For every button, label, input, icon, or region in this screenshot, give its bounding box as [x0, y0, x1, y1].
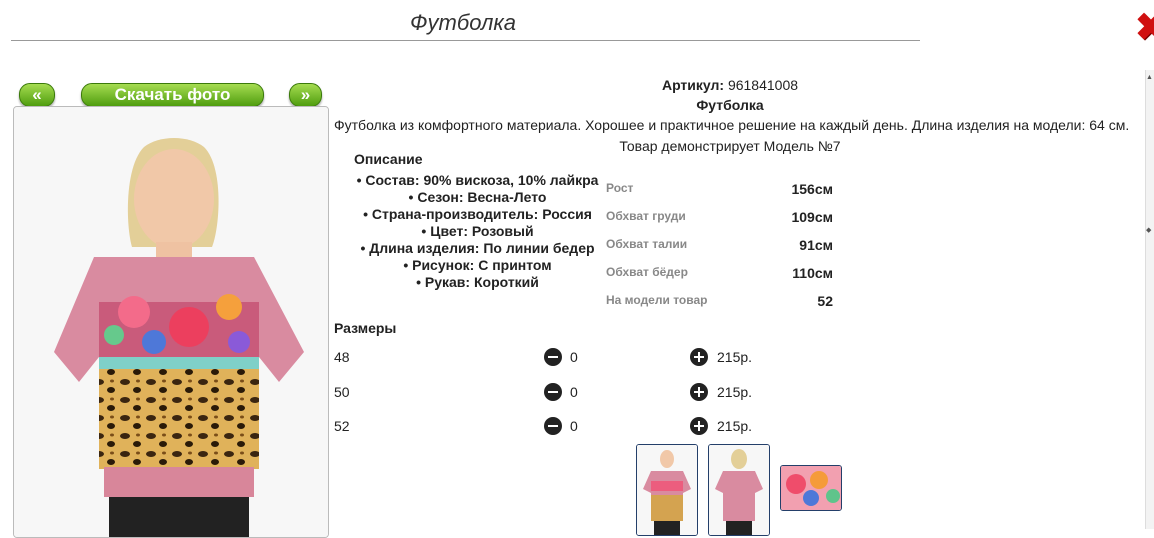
sizes-heading: Размеры	[334, 320, 397, 336]
details-item: Рисунок: С принтом	[340, 257, 615, 274]
param-label: На модели товар	[606, 293, 708, 307]
param-value: 91см	[799, 237, 833, 253]
prev-photo-button[interactable]: «	[19, 83, 55, 107]
details-item: Цвет: Розовый	[340, 223, 615, 240]
size-label: 48	[334, 349, 350, 365]
details-item: Сезон: Весна-Лето	[340, 189, 615, 206]
size-label: 52	[334, 418, 350, 434]
size-price: 215р.	[717, 349, 753, 365]
model-params-table: Рост 156см Обхват груди 109см Обхват тал…	[606, 178, 836, 318]
next-photo-button[interactable]: »	[289, 83, 322, 107]
size-price: 215р.	[717, 384, 753, 400]
minus-circle-icon[interactable]	[544, 417, 562, 435]
close-icon: ✖	[1135, 12, 1154, 46]
details-item: Страна-производитель: Россия	[340, 206, 615, 223]
minus-circle-icon[interactable]	[544, 383, 562, 401]
product-name: Футболка	[696, 97, 764, 113]
model-note: Товар демонстрирует Модель №7	[619, 138, 841, 154]
param-value: 52	[817, 293, 833, 309]
article-line: Артикул: 961841008	[560, 77, 900, 93]
plus-circle-icon[interactable]	[690, 383, 708, 401]
plus-circle-icon[interactable]	[690, 348, 708, 366]
param-label: Обхват бёдер	[606, 265, 688, 279]
article-label: Артикул:	[661, 77, 725, 93]
scrollbar[interactable]	[1145, 70, 1154, 529]
close-button[interactable]: ✖	[1133, 12, 1154, 46]
details-item: Состав: 90% вискоза, 10% лайкра	[340, 172, 615, 189]
size-quantity: 0	[570, 384, 578, 400]
plus-circle-icon[interactable]	[690, 417, 708, 435]
param-label: Обхват талии	[606, 237, 688, 251]
param-row: Обхват талии 91см	[606, 234, 836, 262]
param-row: Рост 156см	[606, 178, 836, 206]
title-divider	[11, 40, 920, 41]
scroll-up-arrow-icon[interactable]: ▲	[1146, 74, 1153, 81]
param-label: Обхват груди	[606, 209, 686, 223]
param-value: 109см	[791, 209, 833, 225]
minus-circle-icon[interactable]	[544, 348, 562, 366]
details-item: Рукав: Короткий	[340, 274, 615, 291]
thumbnail-print-detail[interactable]	[780, 465, 842, 511]
details-item: Длина изделия: По линии бедер	[340, 240, 615, 257]
thumbnail-back[interactable]	[708, 444, 770, 536]
size-row: 52 0 215р.	[334, 417, 764, 437]
param-label: Рост	[606, 181, 634, 195]
page-title: Футболка	[410, 10, 516, 35]
size-quantity: 0	[570, 349, 578, 365]
main-product-photo	[13, 106, 329, 538]
details-heading: Описание	[354, 151, 423, 167]
param-value: 110см	[792, 265, 833, 281]
size-quantity: 0	[570, 418, 578, 434]
size-label: 50	[334, 384, 350, 400]
param-row: Обхват бёдер 110см	[606, 262, 836, 290]
thumbnail-front[interactable]	[636, 444, 698, 536]
size-row: 48 0 215р.	[334, 348, 764, 368]
size-price: 215р.	[717, 418, 753, 434]
param-row: На модели товар 52	[606, 290, 836, 318]
product-description: Футболка из комфортного материала. Хорош…	[334, 117, 1130, 133]
size-row: 50 0 215р.	[334, 383, 764, 403]
details-list: Состав: 90% вискоза, 10% лайкра Сезон: В…	[340, 172, 615, 291]
download-photo-button[interactable]: Скачать фото	[81, 83, 264, 107]
param-value: 156см	[791, 181, 833, 197]
article-value: 961841008	[727, 77, 799, 93]
scroll-thumb[interactable]: ◆	[1146, 226, 1151, 234]
param-row: Обхват груди 109см	[606, 206, 836, 234]
